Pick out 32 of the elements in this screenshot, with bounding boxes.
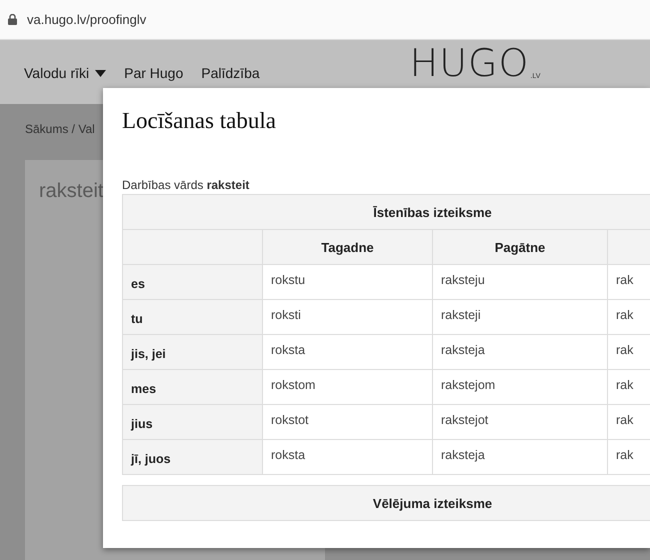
table-cell: rakstejom xyxy=(432,370,608,404)
table-cell: roksti xyxy=(262,300,432,334)
column-header: Tagadne xyxy=(262,230,432,264)
table-cell: raksteju xyxy=(432,264,608,300)
row-header: tu xyxy=(122,300,262,334)
nav-link[interactable]: Par Hugo xyxy=(124,65,184,81)
word-title: raksteit xyxy=(39,180,104,203)
table-cell: roksta xyxy=(262,334,432,370)
verb-label: Darbības vārds raksteit xyxy=(122,178,250,192)
url-text[interactable]: va.hugo.lv/proofinglv xyxy=(27,12,146,27)
table-header: Vēlējuma izteiksme xyxy=(122,486,650,520)
table-cell: roksta xyxy=(262,440,432,474)
table-header: Īstenības izteiksme xyxy=(122,194,650,230)
row-header: es xyxy=(122,264,262,300)
lock-icon xyxy=(8,14,17,25)
row-header: mes xyxy=(122,370,262,404)
nav-link[interactable]: Valodu rīki xyxy=(24,65,106,81)
table-cell: raksteja xyxy=(432,440,608,474)
column-header: Pagātne xyxy=(432,230,608,264)
table-cell: rokstu xyxy=(262,264,432,300)
breadcrumb: Sākums / Val xyxy=(25,122,95,136)
caret-icon xyxy=(95,70,106,76)
row-header: jis, jei xyxy=(122,334,262,370)
row-header: jī, juos xyxy=(122,440,262,474)
table-cell: raksteji xyxy=(432,300,608,334)
table-cell: rakstejot xyxy=(432,404,608,440)
table-cell: rokstot xyxy=(262,404,432,440)
row-header: jius xyxy=(122,404,262,440)
table-cell: rokstom xyxy=(262,370,432,404)
dialog-title: Locīšanas tabula xyxy=(122,108,276,134)
table-cell: raksteja xyxy=(432,334,608,370)
nav-link[interactable]: Palīdzība xyxy=(201,65,260,81)
